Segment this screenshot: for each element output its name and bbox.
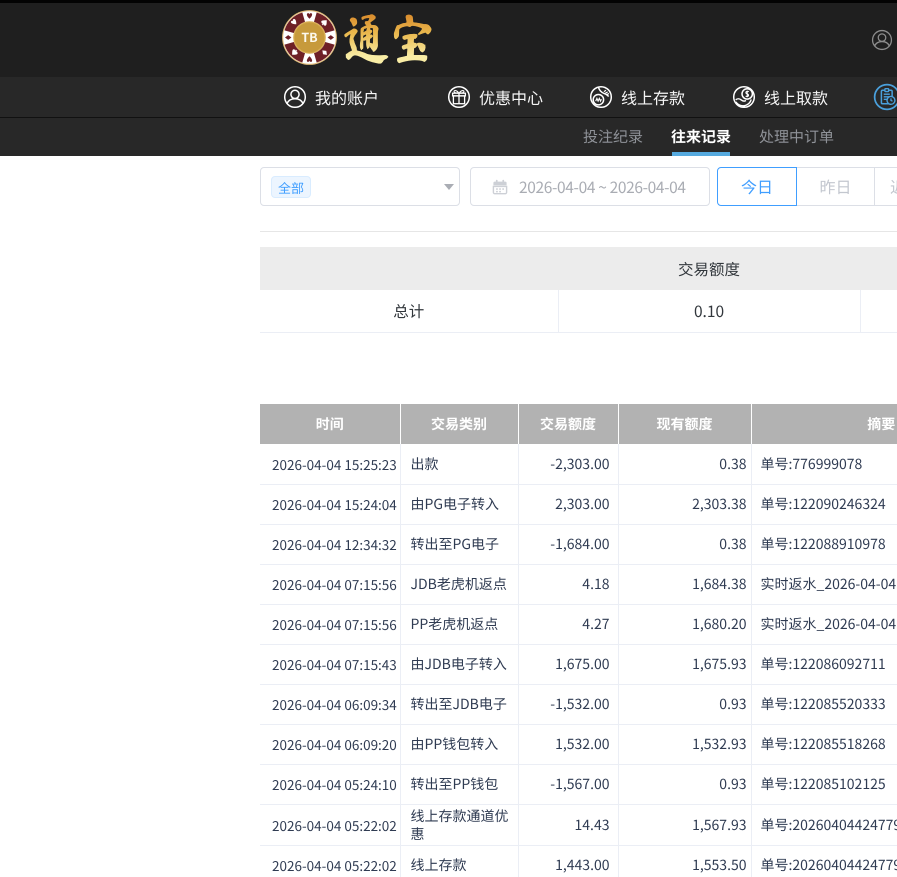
svg-text:TB: TB: [301, 27, 317, 46]
